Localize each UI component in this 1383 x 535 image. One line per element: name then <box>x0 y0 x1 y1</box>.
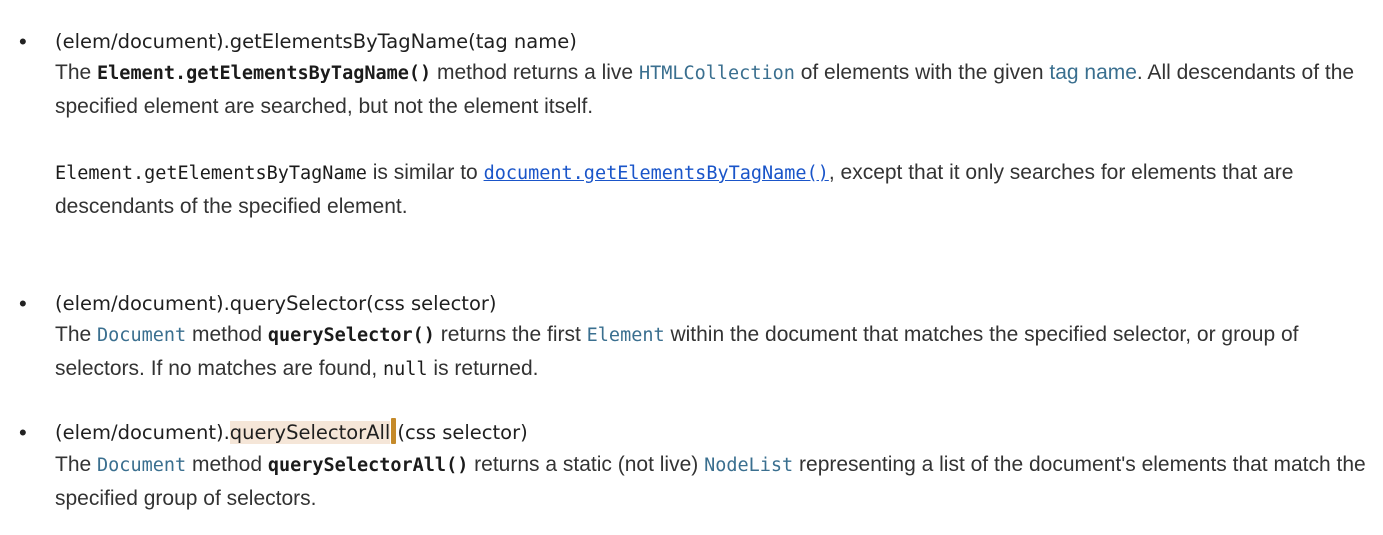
text: The <box>55 61 98 84</box>
htmlcollection-link[interactable]: HTMLCollection <box>639 63 795 84</box>
document-getelementsbytagname-link[interactable]: document.getElementsByTagName() <box>484 163 829 184</box>
text: The <box>55 453 98 476</box>
tag-name-link[interactable]: tag name <box>1049 61 1137 84</box>
item-heading: (elem/document).querySelector(css select… <box>55 292 497 315</box>
bullet: • <box>19 29 27 54</box>
heading-text: (css selector) <box>397 421 528 444</box>
description-paragraph: The Document method querySelector() retu… <box>55 318 1375 386</box>
item-heading: (elem/document).getElementsByTagName(tag… <box>55 30 577 53</box>
description-paragraph: The Document method querySelectorAll() r… <box>55 448 1375 515</box>
description-paragraph: Element.getElementsByTagName is similar … <box>55 156 1375 223</box>
text: The <box>55 323 98 346</box>
text: is similar to <box>366 161 484 184</box>
document-link[interactable]: Document <box>97 455 186 476</box>
description-paragraph: The Element.getElementsByTagName() metho… <box>55 56 1375 123</box>
code-term: querySelector() <box>267 325 435 346</box>
bullet: • <box>19 291 27 316</box>
code-term: Element.getElementsByTagName <box>55 163 367 184</box>
text: method returns a live <box>431 61 639 84</box>
nodelist-link[interactable]: NodeList <box>704 455 793 476</box>
bullet: • <box>19 420 27 445</box>
text: is returned. <box>427 357 539 380</box>
text: of elements with the given <box>794 61 1050 84</box>
code-term: Element.getElementsByTagName() <box>97 63 432 84</box>
document-page: • (elem/document).getElementsByTagName(t… <box>0 0 1383 535</box>
selected-text[interactable]: querySelectorAll <box>229 421 391 444</box>
text: method <box>186 453 268 476</box>
document-link[interactable]: Document <box>97 325 186 346</box>
heading-text: (elem/document). <box>55 421 230 444</box>
text: method <box>186 323 268 346</box>
item-heading: (elem/document).querySelectorAll (css sel… <box>55 416 528 449</box>
code-term: null <box>383 359 428 380</box>
code-term: querySelectorAll() <box>267 455 469 476</box>
element-link[interactable]: Element <box>587 325 665 346</box>
text-cursor <box>391 418 397 444</box>
text: returns a static (not live) <box>468 453 705 476</box>
text: returns the first <box>434 323 587 346</box>
